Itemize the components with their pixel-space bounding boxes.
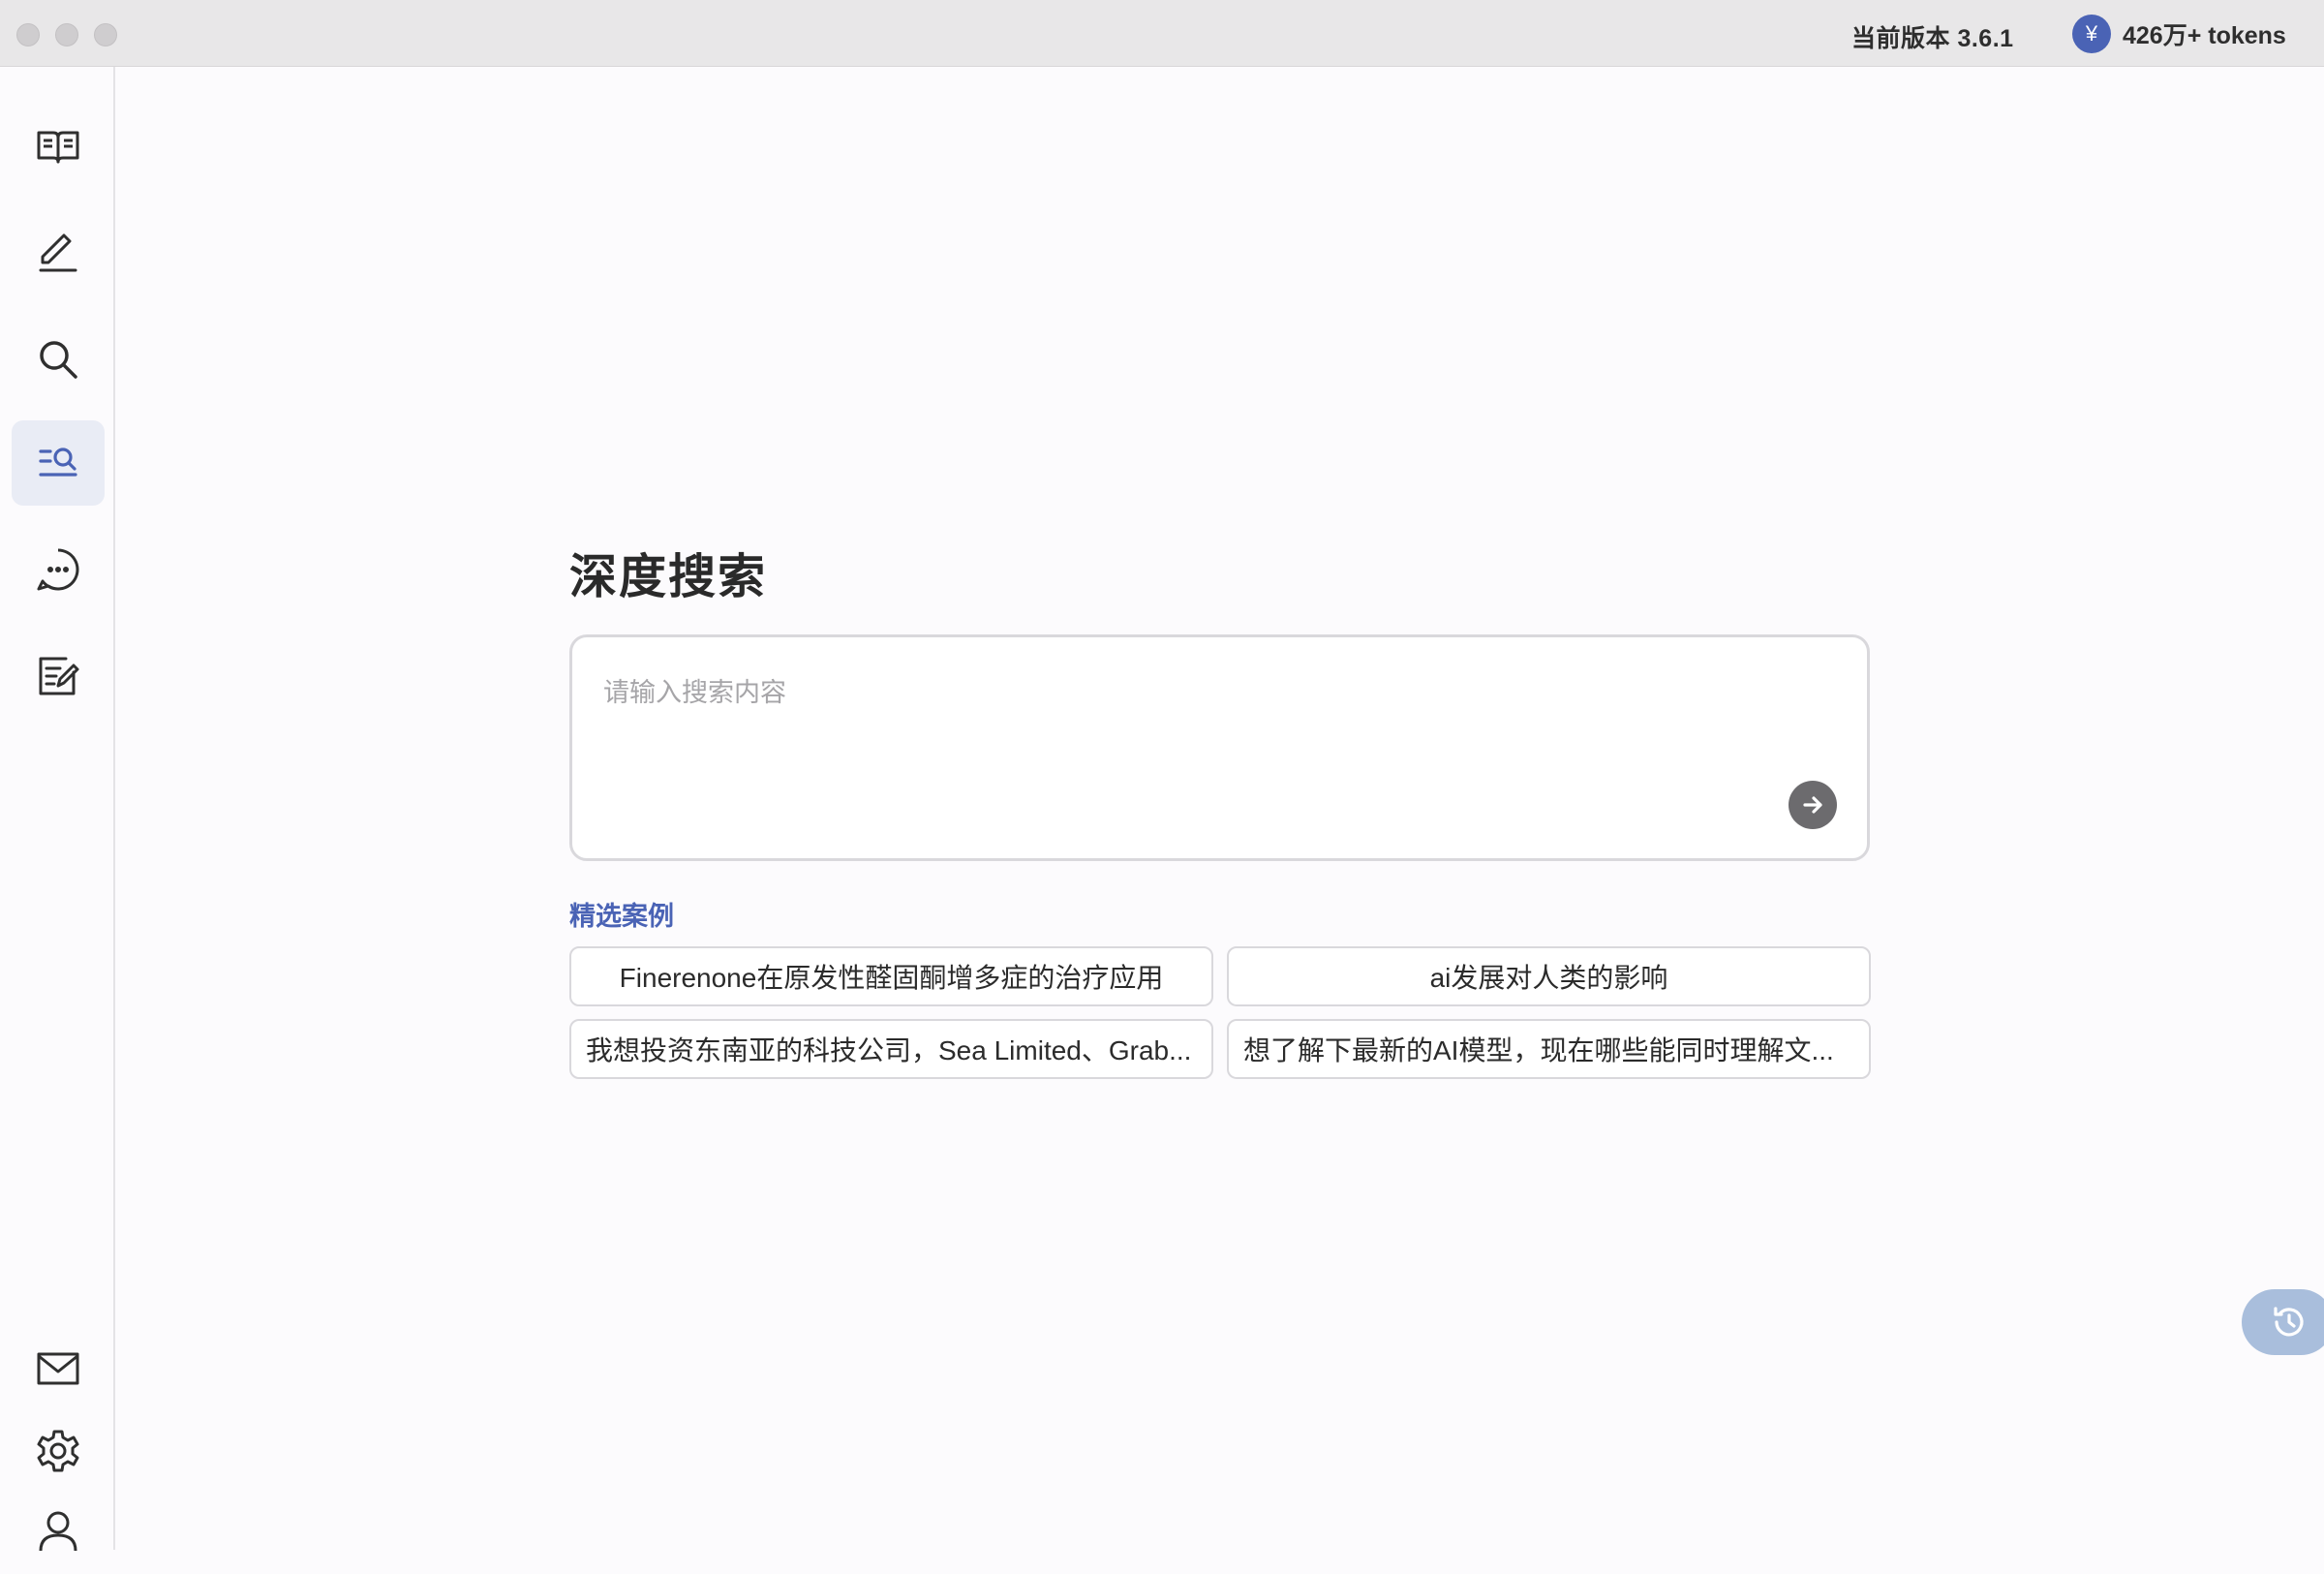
version-label: 当前版本 3.6.1 [1851,25,2014,52]
sidebar-item-notes[interactable] [12,633,105,719]
book-open-icon [37,131,79,164]
example-item[interactable]: Finerenone在原发性醛固酮增多症的治疗应用 [569,946,1213,1006]
chat-bubble-icon [37,548,79,591]
gear-icon [37,1430,79,1472]
token-balance[interactable]: ¥ 426万+ tokens [2072,15,2286,53]
sidebar-item-library[interactable] [12,104,105,189]
zoom-window-button[interactable] [94,23,117,46]
example-item[interactable]: 我想投资东南亚的科技公司，Sea Limited、Grab... [569,1019,1213,1079]
arrow-right-icon [1803,796,1822,814]
coin-icon: ¥ [2072,15,2111,53]
sidebar-item-settings[interactable] [12,1408,105,1494]
sidebar-item-deep-search[interactable] [12,420,105,506]
sidebar-item-write[interactable] [12,210,105,295]
token-count: 426万+ tokens [2123,22,2286,49]
search-box[interactable] [569,634,1870,861]
sidebar-item-profile[interactable] [12,1489,105,1574]
page-title: 深度搜索 [569,551,768,603]
search-input[interactable] [603,668,1765,717]
title-bar: 当前版本 3.6.1 ¥ 426万+ tokens [0,0,2324,67]
sidebar-nav [0,67,115,1552]
featured-examples-label: 精选案例 [569,902,674,931]
history-icon [2274,1307,2304,1337]
search-icon [40,341,77,379]
user-icon [39,1511,77,1552]
pen-icon [39,233,77,272]
history-button[interactable] [2242,1289,2324,1355]
minimize-window-button[interactable] [55,23,78,46]
close-window-button[interactable] [16,23,40,46]
window-controls [16,23,117,46]
sidebar-item-chat[interactable] [12,527,105,612]
sidebar-item-search[interactable] [12,317,105,402]
example-item[interactable]: 想了解下最新的AI模型，现在哪些能同时理解文... [1227,1019,1871,1079]
submit-search-button[interactable] [1789,781,1837,829]
edit-note-icon [39,657,79,695]
mail-icon [37,1352,79,1385]
list-search-icon [39,448,77,477]
sidebar-item-mail[interactable] [12,1326,105,1411]
example-item[interactable]: ai发展对人类的影响 [1227,946,1871,1006]
